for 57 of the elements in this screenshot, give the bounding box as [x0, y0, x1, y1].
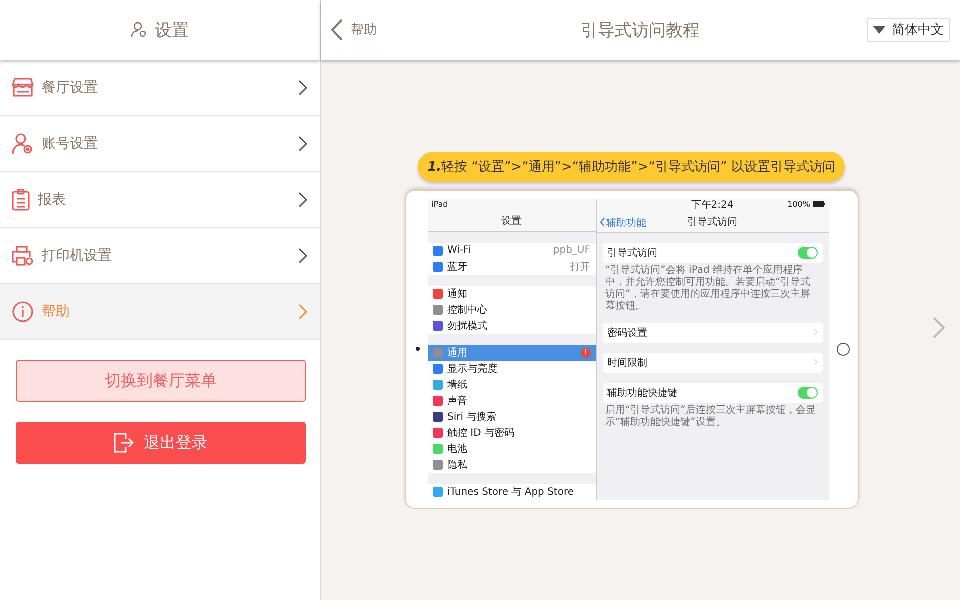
toggle-switch[interactable]	[798, 386, 818, 398]
settings-row[interactable]: 时间限制	[602, 352, 822, 372]
user-gear-icon	[12, 132, 34, 154]
dropdown-triangle-icon	[873, 26, 886, 34]
clipboard-icon	[12, 188, 30, 210]
camera-dot	[416, 347, 420, 351]
settings-row[interactable]: iTunes Store 与 App Store	[428, 484, 596, 500]
settings-row[interactable]: 电池	[428, 440, 596, 456]
chevron-left-icon	[331, 19, 343, 41]
chevron-right-icon	[298, 80, 308, 96]
settings-row[interactable]: 声音	[428, 392, 596, 408]
settings-row[interactable]: 通用 !	[428, 344, 596, 360]
settings-row[interactable]: 辅助功能快捷键	[602, 382, 822, 402]
screen-title: 引导式访问	[688, 216, 738, 228]
logout-icon	[114, 433, 134, 453]
sidebar-item[interactable]: 餐厅设置	[0, 60, 320, 116]
settings-row[interactable]: 隐私	[428, 456, 596, 472]
chevron-right-icon	[298, 248, 308, 264]
settings-row[interactable]: 触控 ID 与密码	[428, 424, 596, 440]
sidebar-item[interactable]: 报表	[0, 172, 320, 228]
chevron-left-icon	[600, 218, 604, 227]
settings-row[interactable]: 蓝牙 打开	[428, 258, 596, 274]
printer-gear-icon	[12, 246, 34, 266]
setting-description: 启用“引导式访问”后连按三次主屏幕按钮，会显示“辅助功能快捷键”设置。	[604, 404, 817, 428]
toggle-switch[interactable]	[798, 246, 818, 258]
chevron-right-icon	[298, 136, 308, 152]
settings-row[interactable]: Wi-Fi ppb_UF	[428, 242, 596, 258]
battery-icon	[812, 201, 824, 207]
settings-row[interactable]: 勿扰模式	[428, 318, 596, 334]
chevron-right-icon	[932, 315, 946, 341]
store-icon	[12, 78, 34, 98]
chevron-right-icon	[298, 304, 308, 320]
setting-description: “引导式访问”会将 iPad 维持在单个应用程序中，并允许您控制可用功能。若要启动“引导式访问”，请在要使用的应用程序中连按三次主屏幕按钮。	[604, 264, 812, 312]
chevron-right-icon	[814, 329, 818, 336]
settings-row[interactable]: Siri 与搜索	[428, 408, 596, 424]
chevron-right-icon	[814, 359, 818, 366]
settings-row[interactable]: 引导式访问	[602, 242, 822, 262]
settings-row[interactable]: 控制中心	[428, 302, 596, 318]
info-icon	[12, 300, 34, 322]
screen-title: 设置	[502, 214, 522, 228]
page-title: 引导式访问教程	[581, 20, 700, 42]
status-time: 下午2:24	[691, 199, 734, 212]
language-dropdown[interactable]: 简体中文	[867, 18, 950, 42]
instruction-banner: 1.轻按 “设置”>“通用”>“辅助功能”>“引导式访问” 以设置引导式访问	[418, 152, 846, 182]
sidebar-title: 设置	[155, 20, 189, 42]
settings-row[interactable]: 通知	[428, 286, 596, 302]
battery-level: 100%	[788, 200, 810, 208]
settings-row[interactable]: 显示与亮度	[428, 360, 596, 376]
chevron-right-icon	[298, 192, 308, 208]
user-gear-icon	[131, 22, 147, 38]
settings-row[interactable]: 墙纸	[428, 376, 596, 392]
settings-row[interactable]: 密码设置	[602, 322, 822, 342]
sidebar-item[interactable]: 账号设置	[0, 116, 320, 172]
device-label: iPad	[432, 200, 448, 209]
back-link[interactable]: 辅助功能	[600, 216, 646, 230]
notification-badge: !	[580, 348, 590, 358]
back-button[interactable]: 帮助	[331, 19, 377, 41]
